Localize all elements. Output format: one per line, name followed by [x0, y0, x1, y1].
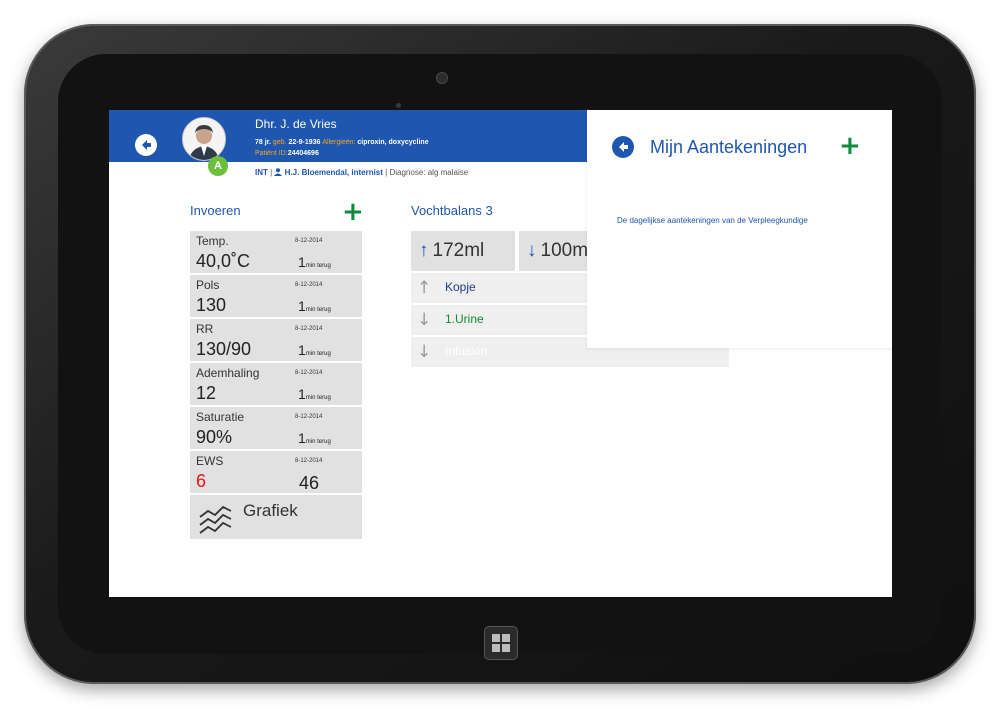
invoeren-title: Invoeren: [190, 203, 241, 218]
app-screen: Dhr. J. de Vries 78 jr. geb. 22-9-1936 A…: [109, 110, 892, 597]
vital-row-saturatie[interactable]: Saturatie 8-12-2014 90% 1min terug: [190, 407, 362, 451]
vochtbalans-title: Vochtbalans 3: [411, 203, 493, 218]
ews-date: 8-12-2014: [295, 458, 323, 464]
vital-row-rr[interactable]: RR 8-12-2014 130/90 1min terug: [190, 319, 362, 363]
vital-value: 130: [196, 295, 227, 315]
vital-ago: 1min terug: [298, 298, 331, 314]
diagnosis: Diagnose: alg malaise: [389, 168, 469, 177]
vital-row-ews[interactable]: EWS 8-12-2014 6 46: [190, 451, 362, 495]
arrow-down-icon: ↓: [527, 240, 537, 261]
vital-label: Ademhaling: [196, 366, 260, 380]
notes-text[interactable]: De dagelijkse aantekeningen van de Verpl…: [617, 216, 808, 225]
patient-dob: 22-9-1936: [288, 139, 321, 146]
dob-label: geb.: [272, 139, 287, 146]
add-vital-button[interactable]: +: [342, 199, 364, 225]
back-button[interactable]: [135, 134, 157, 156]
plus-icon: +: [342, 197, 364, 227]
fluid-in-card[interactable]: ↑ 172ml: [411, 231, 515, 271]
arrow-up-icon: ↑: [419, 240, 429, 261]
vital-label: Saturatie: [196, 410, 245, 424]
arrow-down-icon: ↓: [417, 342, 432, 362]
vital-date: 8-12-2014: [295, 414, 323, 420]
vital-row-temp[interactable]: Temp. 8-12-2014 40,0˚C 1min terug: [190, 231, 362, 275]
ews-label: EWS: [196, 454, 224, 468]
sensor-icon: [396, 103, 401, 108]
windows-icon: [492, 634, 510, 652]
patient-id-label: Patiënt ID:: [255, 150, 288, 157]
vital-date: 8-12-2014: [295, 326, 323, 332]
patient-allergies: ciproxin, doxycycline: [357, 139, 429, 146]
vital-value: 90%: [196, 427, 233, 447]
grafiek-button[interactable]: Grafiek: [190, 495, 362, 539]
vital-label: RR: [196, 322, 214, 336]
vital-ago: 1min terug: [298, 342, 331, 358]
notes-panel: Mijn Aantekeningen + De dagelijkse aante…: [587, 110, 892, 348]
patient-subline: INT | H.J. Bloemendal, internist | Diagn…: [255, 168, 469, 177]
vital-ago: 1min terug: [298, 254, 331, 270]
arrow-down-icon: ↓: [417, 310, 432, 330]
fluid-out-value: 100ml: [540, 240, 593, 261]
vital-label: Pols: [196, 278, 220, 292]
vital-ago: 1min terug: [298, 386, 331, 402]
vital-label: Temp.: [196, 234, 229, 248]
vochtbalans-count: 3: [485, 203, 493, 218]
patient-badge: A: [208, 156, 228, 176]
fluid-row-label: Infusion: [445, 344, 488, 358]
windows-home-button[interactable]: [484, 626, 518, 660]
vital-value: 40,0˚C: [196, 251, 251, 271]
ews-score: 46: [299, 473, 320, 493]
vital-row-pols[interactable]: Pols 8-12-2014 130 1min terug: [190, 275, 362, 319]
notes-title: Mijn Aantekeningen: [650, 137, 808, 157]
allergies-label: Allergieën:: [322, 139, 356, 146]
user-icon: [274, 168, 283, 176]
notes-back-button[interactable]: [612, 136, 634, 158]
patient-age: 78 jr.: [255, 139, 271, 146]
back-icon: [142, 140, 151, 150]
back-icon: [619, 142, 628, 152]
chart-icon: [199, 505, 232, 534]
fluid-in-value: 172ml: [432, 240, 485, 261]
fluid-row-label: Kopje: [445, 280, 476, 294]
patient-details: 78 jr. geb. 22-9-1936 Allergieën: ciprox…: [255, 139, 429, 146]
vital-date: 8-12-2014: [295, 282, 323, 288]
vital-date: 8-12-2014: [295, 238, 323, 244]
doctor-name: H.J. Bloemendal, internist: [284, 168, 383, 177]
vital-date: 8-12-2014: [295, 370, 323, 376]
grafiek-label: Grafiek: [243, 501, 298, 520]
patient-id-line: Patiënt ID:24404696: [255, 150, 319, 157]
plus-icon: +: [839, 131, 861, 161]
patient-avatar: [182, 117, 226, 161]
patient-header: Dhr. J. de Vries 78 jr. geb. 22-9-1936 A…: [109, 110, 587, 162]
camera-icon: [436, 72, 448, 84]
arrow-up-icon: ↑: [417, 278, 432, 298]
vital-value: 12: [196, 383, 217, 403]
vital-row-ademhaling[interactable]: Ademhaling 8-12-2014 12 1min terug: [190, 363, 362, 407]
ews-value: 6: [196, 471, 207, 491]
patient-id: 24404696: [287, 150, 319, 157]
vital-value: 130/90: [196, 339, 252, 359]
vitals-list: Temp. 8-12-2014 40,0˚C 1min terug Pols 8…: [190, 231, 362, 539]
patient-name: Dhr. J. de Vries: [255, 117, 337, 131]
fluid-row-label: 1.Urine: [445, 312, 484, 326]
add-note-button[interactable]: +: [839, 133, 861, 159]
department-label: INT: [255, 168, 268, 177]
vital-ago: 1min terug: [298, 430, 331, 446]
